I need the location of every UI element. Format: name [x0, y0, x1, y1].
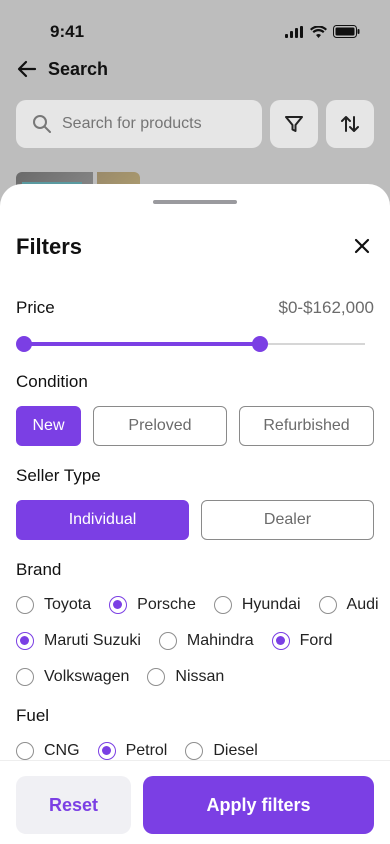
price-slider[interactable] [16, 336, 365, 352]
wifi-icon [310, 25, 327, 38]
page-title: Search [48, 58, 109, 79]
search-row [16, 100, 374, 148]
radio-unchecked-icon [16, 742, 34, 760]
seller-individual-chip[interactable]: Individual [16, 500, 189, 540]
condition-preloved-chip[interactable]: Preloved [93, 406, 227, 446]
apply-filters-button[interactable]: Apply filters [143, 776, 374, 834]
search-icon [33, 115, 51, 133]
fuel-label: Fuel [16, 706, 50, 725]
brand-label: Brand [16, 560, 62, 579]
filter-icon [285, 116, 303, 132]
top-bar: Search [16, 58, 108, 80]
signal-icon [285, 25, 303, 38]
fuel-row: CNG Petrol Diesel [16, 742, 276, 760]
radio-unchecked-icon [16, 596, 34, 614]
condition-refurbished-chip[interactable]: Refurbished [239, 406, 374, 446]
condition-options: New Preloved Refurbished [16, 406, 374, 446]
slider-min-handle[interactable] [16, 336, 32, 352]
condition-label: Condition [16, 372, 88, 391]
reset-button[interactable]: Reset [16, 776, 131, 834]
price-label: Price [16, 298, 55, 317]
brand-option-maruti-suzuki[interactable]: Maruti Suzuki [16, 632, 141, 650]
slider-max-handle[interactable] [252, 336, 269, 352]
radio-unchecked-icon [16, 668, 34, 686]
brand-option-mahindra[interactable]: Mahindra [158, 632, 254, 650]
sheet-footer: Reset Apply filters [0, 760, 390, 844]
brand-option-toyota[interactable]: Toyota [16, 596, 91, 614]
sort-icon [341, 116, 359, 132]
brand-option-volkswagen[interactable]: Volkswagen [16, 668, 129, 686]
sheet-title: Filters [16, 234, 83, 259]
brand-option-hyundai[interactable]: Hyundai [213, 596, 301, 614]
filter-button[interactable] [270, 100, 318, 148]
slider-track-fill [24, 342, 261, 346]
sort-button[interactable] [326, 100, 374, 148]
search-input[interactable] [62, 115, 232, 133]
battery-icon [333, 25, 360, 38]
filters-bottom-sheet: Filters Price $0-$162,000 Condition New … [0, 184, 390, 844]
radio-checked-icon [97, 742, 116, 760]
radio-unchecked-icon [158, 632, 177, 650]
fuel-option-petrol[interactable]: Petrol [97, 742, 167, 760]
brand-row: Volkswagen Nissan [16, 668, 242, 686]
status-icons [285, 25, 360, 38]
close-icon[interactable] [354, 238, 370, 254]
sheet-drag-handle[interactable] [153, 200, 237, 204]
radio-unchecked-icon [185, 742, 204, 760]
status-bar: 9:41 [0, 0, 390, 50]
fuel-option-cng[interactable]: CNG [16, 742, 80, 760]
radio-checked-icon [16, 632, 34, 650]
condition-new-chip[interactable]: New [16, 406, 81, 446]
radio-unchecked-icon [213, 596, 232, 614]
seller-dealer-chip[interactable]: Dealer [201, 500, 374, 540]
radio-unchecked-icon [318, 596, 337, 614]
status-time: 9:41 [50, 22, 85, 41]
brand-option-nissan[interactable]: Nissan [147, 668, 224, 686]
radio-checked-icon [109, 596, 128, 614]
radio-unchecked-icon [147, 668, 166, 686]
price-range-value: $0-$162,000 [278, 298, 374, 317]
brand-option-ford[interactable]: Ford [271, 632, 333, 650]
radio-checked-icon [271, 632, 290, 650]
brand-row: Toyota Porsche Hyundai Audi [16, 596, 390, 614]
brand-row: Maruti Suzuki Mahindra Ford [16, 632, 351, 650]
seller-type-label: Seller Type [16, 466, 101, 485]
back-arrow-icon[interactable] [16, 58, 38, 80]
seller-type-options: Individual Dealer [16, 500, 374, 540]
search-box[interactable] [16, 100, 262, 148]
fuel-option-diesel[interactable]: Diesel [185, 742, 258, 760]
brand-option-audi[interactable]: Audi [318, 596, 379, 614]
brand-option-porsche[interactable]: Porsche [109, 596, 196, 614]
